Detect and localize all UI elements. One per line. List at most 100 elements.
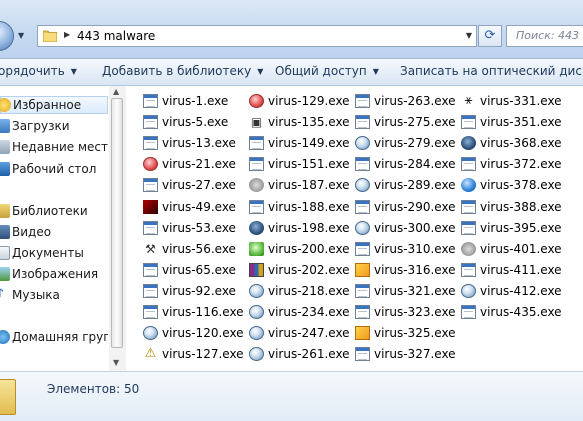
nav-downloads[interactable]: Загрузки [0,118,108,136]
file-item[interactable]: virus-372.exe [446,155,562,175]
file-item[interactable]: virus-21.exe [128,155,236,175]
file-item[interactable]: virus-275.exe [340,113,456,133]
nav-label: Домашняя группа [12,330,108,344]
file-name: virus-149.exe [268,136,350,151]
file-name: virus-378.exe [480,178,562,193]
file-item[interactable]: virus-316.exe [340,261,456,281]
file-item[interactable]: virus-65.exe [128,261,236,281]
file-item[interactable]: virus-321.exe [340,282,456,302]
antivirus-icon [461,136,476,151]
file-list: virus-1.exe virus-5.exe virus-13.exe virus-… [128,86,583,371]
file-item[interactable]: virus-401.exe [446,240,562,260]
file-item[interactable]: virus-5.exe [128,113,233,133]
file-item[interactable]: virus-323.exe [340,303,456,323]
nav-scrollbar-thumb[interactable] [111,98,123,348]
share-button[interactable]: Общий доступ ▼ [275,64,379,78]
nav-images[interactable]: Изображения [0,266,108,284]
file-item[interactable]: virus-388.exe [446,198,562,218]
recent-pages-dropdown-icon[interactable]: ▼ [18,31,24,40]
archive-icon [249,262,264,277]
file-item[interactable]: virus-234.exe [234,303,350,323]
back-button[interactable] [0,21,14,51]
file-item[interactable]: ⚠ virus-127.exe [128,345,244,365]
file-name: virus-325.exe [374,326,456,341]
file-item[interactable]: virus-200.exe [234,240,350,260]
file-item[interactable]: virus-129.exe [234,92,350,112]
file-item[interactable]: ▣ virus-135.exe [234,113,350,133]
file-item[interactable]: virus-395.exe [446,219,562,239]
file-item[interactable]: virus-310.exe [340,240,456,260]
file-name: virus-327.exe [374,347,456,362]
nav-libraries[interactable]: Библиотеки [0,203,108,221]
file-item[interactable]: virus-263.exe [340,92,456,112]
file-item[interactable]: virus-1.exe [128,92,233,112]
file-item[interactable]: virus-261.exe [234,345,350,365]
file-item[interactable]: virus-116.exe [128,303,244,323]
file-item[interactable]: virus-300.exe [340,219,456,239]
file-item[interactable]: virus-289.exe [340,176,456,196]
breadcrumb-current-folder[interactable]: 443 malware [77,29,155,43]
file-item[interactable]: virus-120.exe [128,324,244,344]
address-history-dropdown-icon[interactable]: ▼ [466,31,472,40]
nav-recent-places[interactable]: Недавние места [0,139,108,157]
file-item[interactable]: virus-49.exe [128,198,236,218]
file-name: virus-218.exe [268,283,350,298]
breadcrumb-arrow-icon[interactable]: ▶ [64,30,70,39]
disc-icon [249,178,264,193]
file-item[interactable]: virus-187.exe [234,176,350,196]
pictures-library-icon [0,267,10,281]
file-item[interactable]: virus-13.exe [128,134,236,154]
exe-icon [355,305,370,319]
file-name: virus-56.exe [162,241,236,256]
file-item[interactable]: virus-151.exe [234,155,350,175]
nvidia-icon [143,199,158,214]
nav-favorites[interactable]: Избранное [0,96,108,114]
nav-video[interactable]: Видео [0,224,108,242]
nav-homegroup[interactable]: Домашняя группа [0,329,108,347]
refresh-button[interactable]: ⟳ [478,25,502,47]
file-name: virus-234.exe [268,305,350,319]
file-item[interactable]: virus-53.exe [128,219,236,239]
address-field[interactable]: ▶ 443 malware ▼ [37,25,477,47]
scroll-up-arrow-icon[interactable]: ▲ [113,87,119,96]
file-item[interactable]: virus-411.exe [446,261,562,281]
file-item[interactable]: virus-279.exe [340,134,456,154]
file-name: virus-120.exe [162,326,244,341]
nav-music[interactable]: ♪ Музыка [0,287,108,305]
file-item[interactable]: virus-284.exe [340,155,456,175]
nav-documents[interactable]: Документы [0,245,108,263]
organize-button[interactable]: орядочить ▼ [0,64,77,78]
file-item[interactable]: virus-27.exe [128,176,236,196]
burn-disc-button[interactable]: Записать на оптический диск [400,64,583,78]
add-to-library-button[interactable]: Добавить в библиотеку ▼ [102,64,263,78]
scroll-down-arrow-icon[interactable]: ▼ [113,358,119,367]
file-item[interactable]: virus-351.exe [446,113,562,133]
file-item[interactable]: virus-327.exe [340,345,456,365]
file-item[interactable]: ⚹ virus-331.exe [446,92,562,112]
nav-label: Рабочий стол [12,162,97,176]
organize-label: орядочить [0,64,65,78]
exe-icon [461,199,476,214]
file-item[interactable]: virus-325.exe [340,324,456,344]
file-item[interactable]: virus-202.exe [234,261,350,281]
nav-desktop[interactable]: Рабочий стол [0,161,108,179]
file-item[interactable]: virus-218.exe [234,282,350,302]
installer-icon [249,305,264,319]
file-item[interactable]: virus-378.exe [446,176,562,196]
file-item[interactable]: ⚒ virus-56.exe [128,240,236,260]
installer-icon [249,326,264,341]
file-item[interactable]: virus-188.exe [234,198,350,218]
exe-icon [143,262,158,277]
file-item[interactable]: virus-92.exe [128,282,236,302]
file-name: virus-53.exe [162,220,236,235]
file-item[interactable]: virus-247.exe [234,324,350,344]
file-item[interactable]: virus-412.exe [446,282,562,302]
exe-icon [143,283,158,298]
file-item[interactable]: virus-368.exe [446,134,562,154]
file-item[interactable]: virus-149.exe [234,134,350,154]
search-input[interactable]: Поиск: 443 m [506,25,583,47]
file-item[interactable]: virus-435.exe [446,303,562,323]
desktop-icon [0,162,10,176]
file-item[interactable]: virus-290.exe [340,198,456,218]
file-item[interactable]: virus-198.exe [234,219,350,239]
